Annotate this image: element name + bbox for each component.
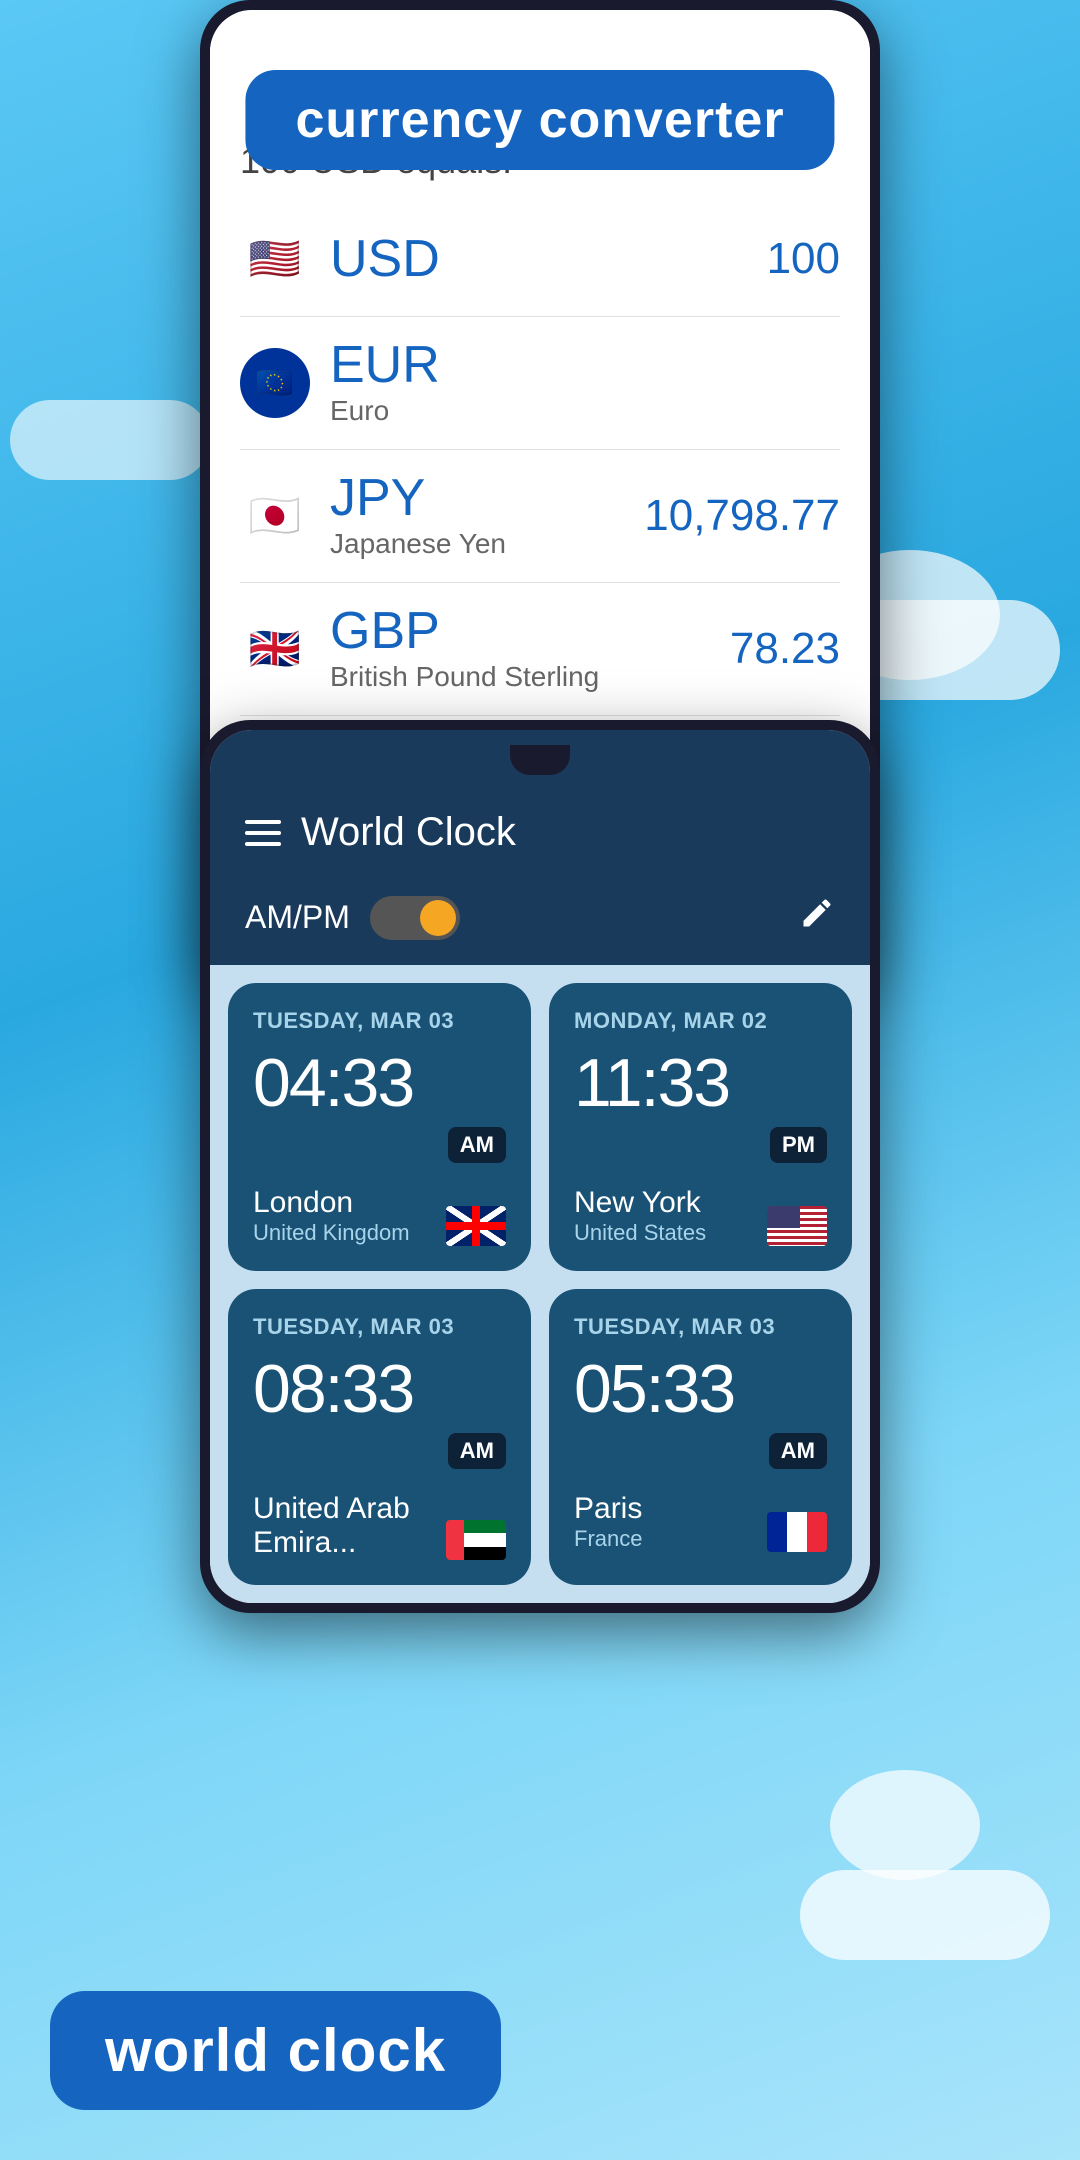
world-clock-phone: World Clock AM/PM TUESDAY, MAR 03 04:33 …	[200, 720, 880, 1613]
world-clock-header: World Clock	[210, 790, 870, 880]
ampm-label: AM/PM	[245, 899, 350, 936]
flag-uae	[446, 1520, 506, 1560]
toggle-knob	[420, 900, 456, 936]
newyork-ampm: PM	[770, 1127, 827, 1163]
uae-ampm: AM	[448, 1433, 506, 1469]
world-clock-screen: World Clock AM/PM TUESDAY, MAR 03 04:33 …	[210, 730, 870, 1603]
currency-name-jpy: Japanese Yen	[330, 528, 644, 560]
paris-ampm: AM	[769, 1433, 827, 1469]
currency-row-jpy: 🇯🇵 JPY Japanese Yen 10,798.77	[240, 450, 840, 583]
currency-value-gbp: 78.23	[730, 624, 840, 674]
flag-usd: 🇺🇸	[240, 224, 310, 294]
currency-row-eur: 🇪🇺 EUR Euro	[240, 317, 840, 450]
clock-card-london: TUESDAY, MAR 03 04:33 AM London United K…	[228, 983, 531, 1271]
clock-card-uae: TUESDAY, MAR 03 08:33 AM United Arab Emi…	[228, 1289, 531, 1585]
currency-row-gbp: 🇬🇧 GBP British Pound Sterling 78.23	[240, 583, 840, 716]
flag-us	[767, 1206, 827, 1246]
currency-code-jpy: JPY	[330, 472, 644, 524]
newyork-time: 11:33	[574, 1049, 827, 1117]
notch	[510, 745, 570, 775]
ampm-toggle[interactable]	[370, 896, 460, 940]
paris-country: France	[574, 1526, 757, 1552]
paris-city: Paris	[574, 1492, 757, 1526]
uae-date: TUESDAY, MAR 03	[253, 1314, 506, 1340]
world-clock-subheader: AM/PM	[210, 880, 870, 965]
flag-jpy: 🇯🇵	[240, 481, 310, 551]
paris-footer: Paris France	[574, 1492, 827, 1552]
london-footer: London United Kingdom	[253, 1186, 506, 1246]
uae-footer: United Arab Emira...	[253, 1492, 506, 1560]
currency-row-usd: 🇺🇸 USD 100	[240, 202, 840, 317]
london-time: 04:33	[253, 1049, 506, 1117]
currency-name-eur: Euro	[330, 395, 840, 427]
london-city: London	[253, 1186, 436, 1220]
edit-icon[interactable]	[799, 895, 835, 940]
currency-value-jpy: 10,798.77	[644, 491, 840, 541]
currency-code-eur: EUR	[330, 339, 840, 391]
newyork-date: MONDAY, MAR 02	[574, 1008, 827, 1034]
newyork-country: United States	[574, 1220, 757, 1246]
london-date: TUESDAY, MAR 03	[253, 1008, 506, 1034]
flag-gbp: 🇬🇧	[240, 614, 310, 684]
clock-card-paris: TUESDAY, MAR 03 05:33 AM Paris France	[549, 1289, 852, 1585]
flag-eur: 🇪🇺	[240, 348, 310, 418]
currency-code-gbp: GBP	[330, 605, 730, 657]
currency-converter-badge: currency converter	[245, 70, 834, 170]
uae-city: United Arab Emira...	[253, 1492, 436, 1560]
flag-france	[767, 1512, 827, 1552]
notch-bar	[210, 730, 870, 790]
paris-date: TUESDAY, MAR 03	[574, 1314, 827, 1340]
paris-time: 05:33	[574, 1355, 827, 1423]
flag-uk	[446, 1206, 506, 1246]
clock-card-newyork: MONDAY, MAR 02 11:33 PM New York United …	[549, 983, 852, 1271]
london-ampm: AM	[448, 1127, 506, 1163]
uae-time: 08:33	[253, 1355, 506, 1423]
newyork-footer: New York United States	[574, 1186, 827, 1246]
menu-button[interactable]	[245, 820, 281, 846]
newyork-city: New York	[574, 1186, 757, 1220]
currency-value-usd: 100	[767, 234, 840, 284]
london-country: United Kingdom	[253, 1220, 436, 1246]
world-clock-title: World Clock	[301, 810, 835, 855]
currency-name-gbp: British Pound Sterling	[330, 661, 730, 693]
world-clock-badge: world clock	[50, 1991, 501, 2110]
currency-code-usd: USD	[330, 233, 767, 285]
clock-grid: TUESDAY, MAR 03 04:33 AM London United K…	[210, 965, 870, 1603]
